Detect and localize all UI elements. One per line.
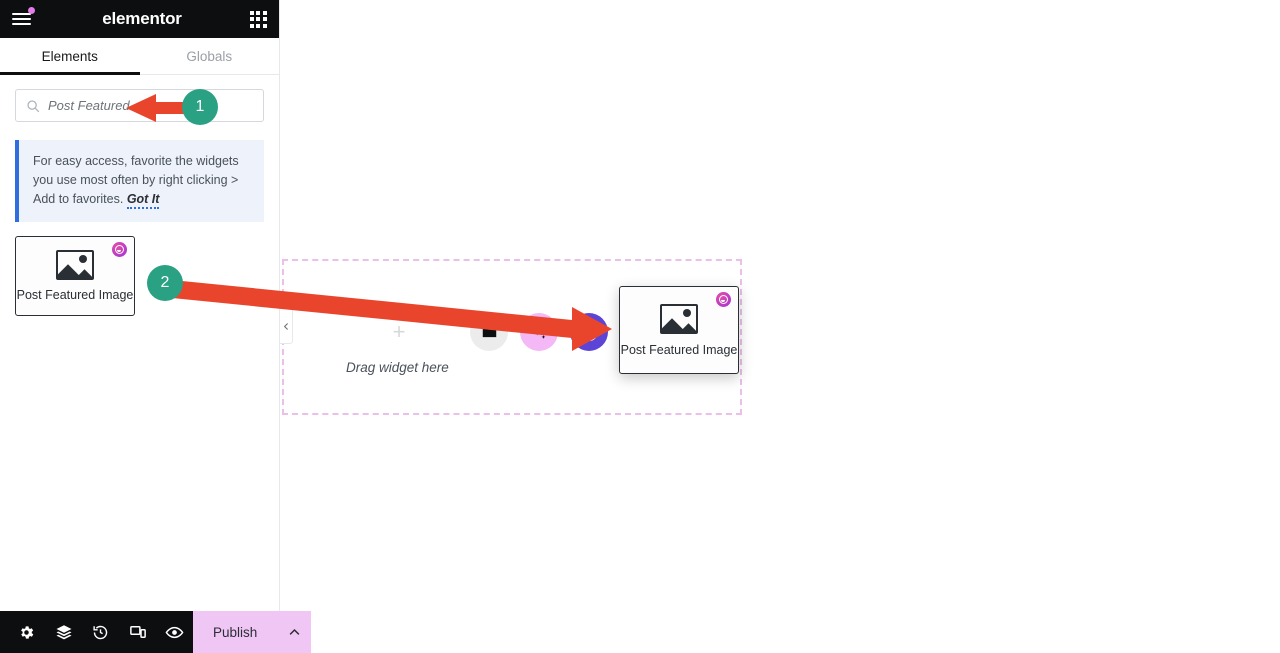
panel-collapse-toggle[interactable] [280, 308, 293, 344]
sparkles-icon [531, 324, 546, 339]
post-featured-image-widget[interactable]: Post Featured Image [15, 236, 135, 317]
publish-area: Publish [193, 611, 312, 653]
folder-icon [482, 327, 496, 337]
pro-badge-icon [112, 242, 127, 258]
search-section [0, 75, 279, 122]
chevron-left-icon [283, 322, 288, 330]
search-input[interactable] [48, 98, 253, 113]
footer-icon-group [0, 611, 193, 653]
settings-gear-icon[interactable] [8, 611, 45, 653]
pro-face-icon [580, 323, 598, 341]
dragged-widget-label: Post Featured Image [620, 342, 738, 357]
apps-grid-icon[interactable] [249, 10, 267, 28]
brand-title: elementor [102, 9, 182, 28]
elements-panel: elementor Elements Globals For easy acce… [0, 0, 312, 653]
folder-button[interactable] [470, 313, 508, 351]
tab-globals[interactable]: Globals [140, 38, 280, 74]
dropzone-actions: + [340, 301, 608, 363]
history-clock-icon[interactable] [82, 611, 119, 653]
preview-eye-icon[interactable] [156, 611, 193, 653]
widget-label: Post Featured Image [16, 288, 134, 303]
layers-icon[interactable] [45, 611, 82, 653]
dragged-widget-preview[interactable]: Post Featured Image [619, 286, 739, 374]
pro-button[interactable] [570, 313, 608, 351]
favorites-notice: For easy access, favorite the widgets yo… [15, 140, 264, 223]
chevron-up-icon[interactable] [277, 611, 311, 653]
search-box[interactable] [15, 89, 264, 122]
got-it-link[interactable]: Got It [126, 191, 160, 209]
plus-icon[interactable]: + [340, 301, 458, 363]
image-icon [56, 250, 94, 281]
ai-button[interactable] [520, 313, 558, 351]
responsive-device-icon[interactable] [119, 611, 156, 653]
pro-badge-icon [716, 292, 731, 307]
elementor-editor: elementor Elements Globals For easy acce… [0, 0, 1280, 653]
notification-dot [28, 7, 35, 14]
publish-button[interactable]: Publish [193, 611, 277, 653]
annotation-marker-2: 2 [147, 265, 183, 301]
tab-elements[interactable]: Elements [0, 38, 140, 75]
panel-header: elementor [0, 0, 279, 38]
image-icon [660, 303, 698, 334]
panel-footer: Publish [0, 611, 312, 653]
search-icon [27, 99, 40, 112]
hamburger-icon[interactable] [12, 7, 35, 30]
panel-tabs: Elements Globals [0, 38, 279, 75]
drag-widget-hint: Drag widget here [346, 360, 449, 375]
widget-list: Post Featured Image [0, 222, 279, 317]
annotation-marker-1: 1 [182, 89, 218, 125]
